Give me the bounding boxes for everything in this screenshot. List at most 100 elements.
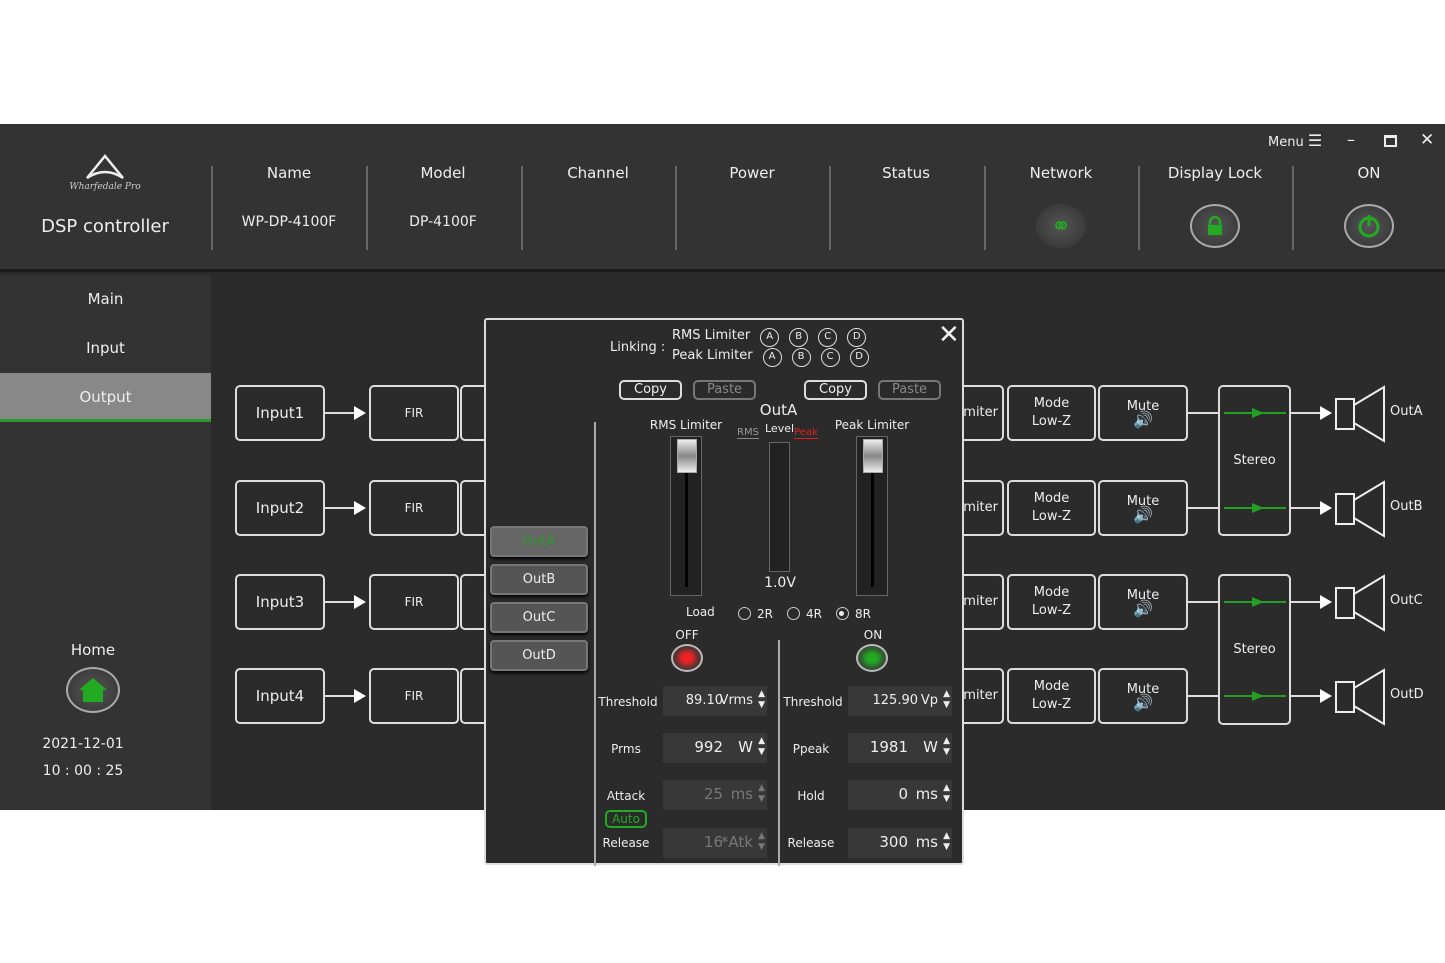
value: 89.10 <box>663 693 723 708</box>
maximize-button[interactable] <box>1384 135 1397 147</box>
out-select-outb[interactable]: OutB <box>490 564 588 595</box>
link-channel-d[interactable]: D <box>847 328 866 347</box>
output-label: OutC <box>1390 593 1423 608</box>
input-block[interactable]: Input1 <box>235 385 325 441</box>
auto-toggle[interactable]: Auto <box>605 810 647 828</box>
link-channel-a[interactable]: A <box>760 328 779 347</box>
peak-limiter-fader[interactable] <box>856 436 888 596</box>
sidebar-item-input[interactable]: Input <box>0 324 211 373</box>
lock-icon <box>1206 216 1224 236</box>
spin-arrows-icon[interactable]: ▲▼ <box>943 689 950 711</box>
peak-threshold-spinbox[interactable]: 125.90Vp▲▼ <box>848 686 952 716</box>
peak-enable-toggle[interactable] <box>856 644 888 672</box>
mode-block[interactable]: Mode Low-Z <box>1007 668 1096 724</box>
fir-block[interactable]: FIR <box>369 480 459 536</box>
rms-limiter-fader[interactable] <box>670 436 702 596</box>
arrow-icon <box>1320 501 1332 515</box>
fir-block[interactable]: FIR <box>369 574 459 630</box>
mode-block[interactable]: Mode Low-Z <box>1007 574 1096 630</box>
arrow-icon <box>354 406 366 420</box>
link-channel-b[interactable]: B <box>789 328 808 347</box>
fader-knob[interactable] <box>863 439 883 473</box>
spin-arrows-icon[interactable]: ▲▼ <box>943 736 950 758</box>
value: 25 <box>663 785 723 803</box>
peak-state-label: ON <box>853 628 893 642</box>
link-channel-a[interactable]: A <box>763 348 782 367</box>
unit: ms <box>916 833 938 851</box>
input-block[interactable]: Input4 <box>235 668 325 724</box>
close-button[interactable]: ✕ <box>1420 130 1434 150</box>
sidebar-item-output[interactable]: Output <box>0 373 211 422</box>
unit: Vp <box>921 693 938 708</box>
value: 0 <box>848 785 908 803</box>
arrow-icon <box>354 595 366 609</box>
dialog-close-button[interactable]: ✕ <box>938 322 960 348</box>
rms-state-label: OFF <box>667 628 707 642</box>
link-channel-c[interactable]: C <box>818 328 837 347</box>
speaker-sound-icon: 🔊 <box>1133 413 1153 426</box>
network-label: Network <box>984 164 1138 194</box>
mute-block[interactable]: Mute🔊 <box>1098 480 1188 536</box>
power-button[interactable] <box>1344 204 1394 248</box>
spin-arrows-icon[interactable]: ▲▼ <box>758 689 765 711</box>
minimize-button[interactable]: – <box>1347 130 1355 149</box>
rms-copy-button[interactable]: Copy <box>619 380 682 400</box>
menu-button[interactable]: Menu ☰ <box>1268 131 1322 150</box>
sidebar: Main Input Output Home 2021-12-01 10 : 0… <box>0 275 211 810</box>
peak-paste-button[interactable]: Paste <box>878 380 941 400</box>
signal-line <box>1291 601 1321 603</box>
prms-spinbox[interactable]: 992W▲▼ <box>663 733 767 763</box>
load-option-8r[interactable]: 8R <box>836 607 871 621</box>
spin-arrows-icon[interactable]: ▲▼ <box>758 736 765 758</box>
load-option-2r[interactable]: 2R <box>738 607 773 621</box>
radio-icon <box>787 607 800 620</box>
loudspeaker-icon <box>1334 385 1388 443</box>
input-block[interactable]: Input2 <box>235 480 325 536</box>
fader-knob[interactable] <box>677 439 697 473</box>
fir-block[interactable]: FIR <box>369 385 459 441</box>
dsp-app-window: Wharfedale Pro DSP controller NameWP-DP-… <box>0 124 1445 810</box>
spin-arrows-icon[interactable]: ▲▼ <box>758 831 765 853</box>
stereo-block[interactable]: Stereo <box>1218 385 1291 536</box>
peak-release-label: Release <box>776 836 846 850</box>
peak-release-spinbox[interactable]: 300ms▲▼ <box>848 828 952 858</box>
fir-block[interactable]: FIR <box>369 668 459 724</box>
rms-threshold-label: Threshold <box>593 695 663 709</box>
power-icon <box>1357 214 1381 238</box>
input-block[interactable]: Input3 <box>235 574 325 630</box>
home-button[interactable] <box>66 667 120 713</box>
rms-enable-toggle[interactable] <box>671 644 703 672</box>
rms-threshold-spinbox[interactable]: 89.10Vrms▲▼ <box>663 686 767 716</box>
signal-line <box>325 601 355 603</box>
load-option-4r[interactable]: 4R <box>787 607 822 621</box>
mode-block[interactable]: Mode Low-Z <box>1007 480 1096 536</box>
load-option-label: 8R <box>855 607 871 621</box>
display-lock-button[interactable] <box>1190 204 1240 248</box>
network-button[interactable]: ⚭ <box>1036 204 1086 248</box>
ppeak-spinbox[interactable]: 1981W▲▼ <box>848 733 952 763</box>
link-channel-b[interactable]: B <box>792 348 811 367</box>
spin-arrows-icon[interactable]: ▲▼ <box>758 783 765 805</box>
out-select-outc[interactable]: OutC <box>490 602 588 633</box>
peak-copy-button[interactable]: Copy <box>804 380 867 400</box>
link-channel-d[interactable]: D <box>850 348 869 367</box>
peak-link-label: Peak Limiter <box>672 348 753 363</box>
mute-block[interactable]: Mute🔊 <box>1098 385 1188 441</box>
mute-block[interactable]: Mute🔊 <box>1098 574 1188 630</box>
network-column: Network ⚭ <box>984 164 1138 248</box>
spin-arrows-icon[interactable]: ▲▼ <box>943 831 950 853</box>
rms-paste-button[interactable]: Paste <box>693 380 756 400</box>
stereo-block[interactable]: Stereo <box>1218 574 1291 725</box>
hold-spinbox[interactable]: 0ms▲▼ <box>848 780 952 810</box>
mute-block[interactable]: Mute🔊 <box>1098 668 1188 724</box>
attack-spinbox[interactable]: 25ms▲▼ <box>663 780 767 810</box>
date-display: 2021-12-01 <box>0 736 166 752</box>
out-select-outa[interactable]: OutA <box>490 526 588 557</box>
display-lock-column: Display Lock <box>1138 164 1292 248</box>
link-channel-c[interactable]: C <box>821 348 840 367</box>
out-select-outd[interactable]: OutD <box>490 640 588 671</box>
spin-arrows-icon[interactable]: ▲▼ <box>943 783 950 805</box>
sidebar-item-main[interactable]: Main <box>0 275 211 324</box>
mode-block[interactable]: Mode Low-Z <box>1007 385 1096 441</box>
rms-release-spinbox[interactable]: 16*Atk▲▼ <box>663 828 767 858</box>
